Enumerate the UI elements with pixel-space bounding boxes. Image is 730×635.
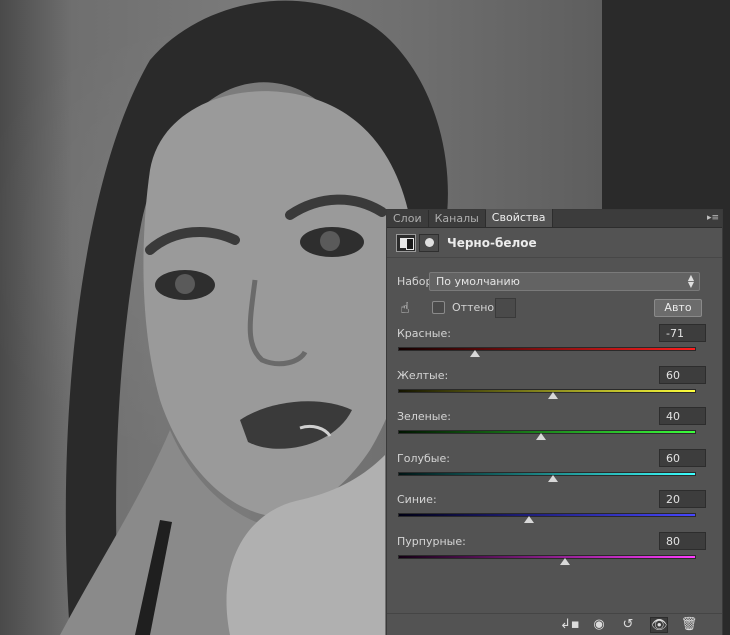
panel-bottom-bar: ↲▪ ◉ ↺ 👁 🗑 bbox=[387, 613, 722, 635]
preset-label: Набор: bbox=[397, 274, 437, 288]
tint-color-swatch[interactable] bbox=[495, 298, 516, 318]
view-previous-state-icon[interactable]: ◉ bbox=[590, 617, 608, 633]
preset-select[interactable]: По умолчанию ▲ ▼ bbox=[429, 271, 700, 291]
slider-value-input[interactable]: 40 bbox=[659, 407, 706, 425]
tab-channels[interactable]: Каналы bbox=[429, 210, 486, 227]
slider-value-input[interactable]: 60 bbox=[659, 448, 706, 467]
slider-row: Синие: 20 bbox=[397, 489, 707, 531]
slider-row: Зеленые: 40 bbox=[397, 406, 707, 448]
slider-label: Пурпурные: bbox=[397, 534, 466, 548]
slider-row: Голубые: 60 bbox=[397, 448, 707, 490]
slider-thumb[interactable] bbox=[547, 391, 558, 400]
tint-label: Оттенок bbox=[452, 301, 501, 314]
clip-to-layer-icon[interactable]: ↲▪ bbox=[560, 617, 580, 633]
slider-track[interactable] bbox=[398, 347, 696, 351]
preset-row: Набор: По умолчанию ▲ ▼ bbox=[397, 271, 700, 291]
slider-value-input[interactable]: 80 bbox=[659, 531, 706, 550]
properties-header: Черно-белое bbox=[387, 228, 722, 258]
slider-track[interactable] bbox=[398, 513, 696, 517]
slider-label: Синие: bbox=[397, 493, 437, 506]
tint-checkbox[interactable] bbox=[432, 301, 445, 314]
slider-thumb[interactable] bbox=[524, 516, 535, 524]
slider-track[interactable] bbox=[398, 554, 696, 559]
delete-icon[interactable]: 🗑 bbox=[680, 617, 698, 633]
auto-button[interactable]: Авто bbox=[654, 299, 702, 317]
select-arrows-icon: ▲ ▼ bbox=[687, 272, 694, 289]
color-sliders: Красные: -71 Желтые: 60 Зеленые: 40 Голубые: 60… bbox=[397, 323, 707, 572]
adjustment-title: Черно-белое bbox=[447, 235, 537, 250]
reset-icon[interactable]: ↺ bbox=[619, 617, 637, 633]
slider-value-input[interactable]: -71 bbox=[659, 324, 706, 342]
slider-row: Красные: -71 bbox=[397, 323, 707, 365]
panel-menu-icon[interactable]: ▸≡ bbox=[705, 213, 719, 223]
targeted-adjustment-hand-icon[interactable]: ☝ bbox=[395, 298, 415, 318]
preset-value: По умолчанию bbox=[436, 274, 520, 288]
toggle-visibility-icon[interactable]: 👁 bbox=[650, 617, 668, 633]
properties-panel: Слои Каналы Свойства ▸≡ Черно-белое Набо… bbox=[386, 209, 723, 635]
panel-tab-bar: Слои Каналы Свойства ▸≡ bbox=[387, 209, 722, 228]
tab-properties[interactable]: Свойства bbox=[485, 209, 553, 227]
adjustment-layer-icon[interactable] bbox=[396, 233, 416, 252]
slider-thumb[interactable] bbox=[547, 474, 558, 483]
tint-row: ☝ Оттенок Авто bbox=[395, 297, 715, 319]
slider-label: Красные: bbox=[397, 327, 451, 340]
slider-row: Пурпурные: 80 bbox=[397, 531, 707, 573]
slider-value-input[interactable]: 20 bbox=[659, 490, 706, 508]
slider-row: Желтые: 60 bbox=[397, 365, 707, 407]
tab-layers[interactable]: Слои bbox=[387, 210, 429, 227]
slider-label: Желтые: bbox=[397, 368, 449, 382]
slider-thumb[interactable] bbox=[559, 557, 570, 566]
layer-mask-icon[interactable] bbox=[419, 233, 439, 252]
slider-thumb[interactable] bbox=[536, 433, 547, 441]
slider-label: Зеленые: bbox=[397, 410, 451, 423]
slider-thumb[interactable] bbox=[470, 350, 481, 358]
slider-label: Голубые: bbox=[397, 451, 450, 465]
slider-track[interactable] bbox=[398, 430, 696, 434]
slider-value-input[interactable]: 60 bbox=[659, 365, 706, 384]
